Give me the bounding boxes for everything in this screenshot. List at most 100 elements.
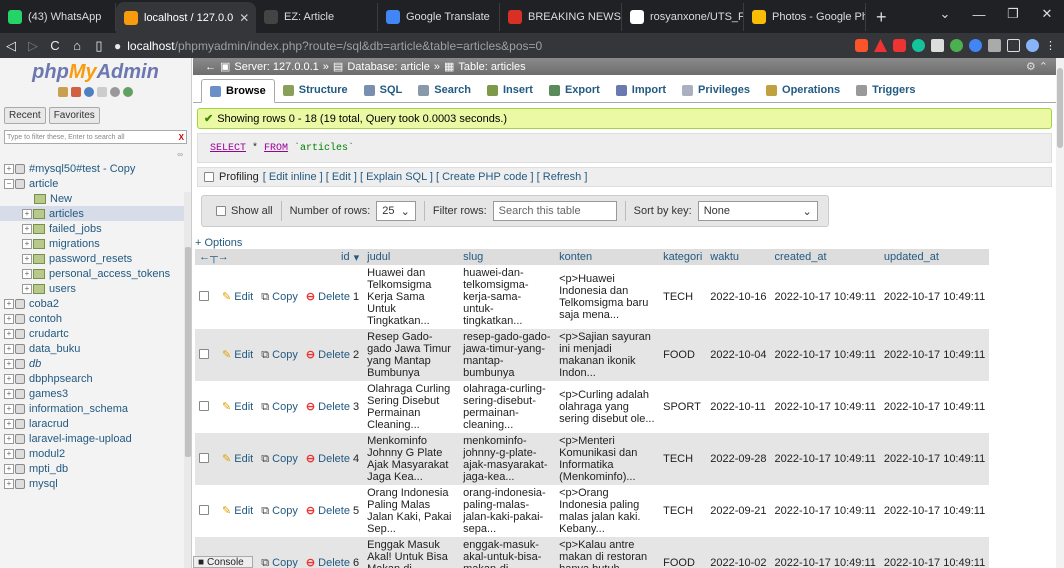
row-checkbox[interactable]	[199, 452, 209, 463]
back-icon[interactable]: ◁	[0, 38, 22, 54]
tab-privileges[interactable]: Privileges	[674, 78, 758, 102]
puzzle-icon[interactable]	[988, 39, 1001, 52]
collapse-icon[interactable]: −	[4, 178, 14, 189]
clear-filter-icon[interactable]: X	[179, 133, 184, 142]
expand-icon[interactable]: +	[22, 223, 32, 234]
database-filter-input[interactable]: Type to filter these, Enter to search al…	[4, 130, 187, 144]
cell-id[interactable]: 4	[353, 453, 359, 465]
cell-id[interactable]: 3	[353, 401, 359, 413]
minimize-button[interactable]: —	[962, 7, 996, 22]
show-all-checkbox[interactable]	[216, 206, 226, 216]
tab-export[interactable]: Export	[541, 78, 608, 102]
delete-link[interactable]: ⊖ Delete	[306, 349, 350, 361]
extension-icon[interactable]	[931, 39, 944, 52]
cell-waktu[interactable]: 2022-09-28	[706, 433, 771, 485]
sidebar-database-item[interactable]: + mpti_db	[0, 461, 191, 476]
expand-icon[interactable]: +	[4, 478, 14, 489]
sidebar-table-item[interactable]: + articles	[0, 206, 191, 221]
breadcrumb-database[interactable]: Database: article	[347, 61, 430, 73]
cell-judul[interactable]: Orang Indonesia Paling Malas Jalan Kaki,…	[363, 485, 460, 537]
home-icon[interactable]	[58, 87, 68, 97]
expand-icon[interactable]: +	[22, 283, 32, 294]
cell-updated_at[interactable]: 2022-10-17 10:49:11	[879, 329, 990, 381]
sidebar-database-item[interactable]: + data_buku	[0, 341, 191, 356]
reload-icon[interactable]: C	[44, 38, 66, 53]
copy-link[interactable]: ⧉ Copy	[261, 291, 298, 303]
expand-icon[interactable]: +	[4, 448, 14, 459]
tab-insert[interactable]: Insert	[479, 78, 541, 102]
tab-sql[interactable]: SQL	[356, 78, 411, 102]
expand-icon[interactable]: +	[22, 268, 32, 279]
expand-icon[interactable]: +	[22, 238, 32, 249]
cell-slug[interactable]: huawei-dan-telkomsigma-kerja-sama-untuk-…	[459, 265, 556, 329]
column-header-waktu[interactable]: waktu	[706, 249, 771, 265]
cell-waktu[interactable]: 2022-10-11	[706, 381, 771, 433]
cell-created_at[interactable]: 2022-10-17 10:49:11	[770, 329, 880, 381]
close-window-button[interactable]: ✕	[1030, 6, 1064, 22]
sidebar-table-item[interactable]: + migrations	[0, 236, 191, 251]
expand-icon[interactable]: +	[4, 328, 14, 339]
forward-icon[interactable]: ▷	[22, 38, 44, 54]
warning-icon[interactable]	[874, 39, 887, 52]
sidebar-new-item[interactable]: New	[0, 191, 191, 206]
cell-slug[interactable]: orang-indonesia-paling-malas-jalan-kaki-…	[459, 485, 556, 537]
breadcrumb-table[interactable]: Table: articles	[458, 61, 525, 73]
cell-slug[interactable]: olahraga-curling-sering-disebut-permaina…	[459, 381, 556, 433]
browser-tab[interactable]: rosyanxone/UTS_Fram	[622, 3, 744, 31]
maximize-button[interactable]: ❐	[996, 6, 1030, 22]
sql-query-box[interactable]: SELECT * FROM `articles`	[197, 133, 1052, 163]
cell-kategori[interactable]: TECH	[659, 265, 707, 329]
sidebar-database-item[interactable]: + db	[0, 356, 191, 371]
cell-slug[interactable]: menkominfo-johnny-g-plate-ajak-masyaraka…	[459, 433, 556, 485]
new-tab-button[interactable]: +	[866, 7, 897, 28]
cell-konten[interactable]: <p>Huawei Indonesia dan Telkomsigma baru…	[555, 265, 660, 329]
copy-link[interactable]: ⧉ Copy	[261, 401, 298, 413]
tab-search-icon[interactable]: ⌄	[928, 6, 962, 22]
sidebar-database-item[interactable]: + games3	[0, 386, 191, 401]
browser-tab[interactable]: EZ: Article	[256, 3, 378, 31]
cell-updated_at[interactable]: 2022-10-17 10:49:11	[879, 537, 990, 568]
column-header-judul[interactable]: judul	[363, 249, 460, 265]
cell-created_at[interactable]: 2022-10-17 10:49:11	[770, 485, 880, 537]
cell-slug[interactable]: resep-gado-gado-jawa-timur-yang-mantap-b…	[459, 329, 556, 381]
delete-link[interactable]: ⊖ Delete	[306, 557, 350, 568]
expand-icon[interactable]: +	[4, 463, 14, 474]
browser-tab[interactable]: (43) WhatsApp	[0, 3, 116, 31]
cell-updated_at[interactable]: 2022-10-17 10:49:11	[879, 381, 990, 433]
breadcrumb-server[interactable]: Server: 127.0.0.1	[234, 61, 318, 73]
home-icon[interactable]: ⌂	[66, 38, 88, 53]
sidebar-database-item[interactable]: + coba2	[0, 296, 191, 311]
tab-browse[interactable]: Browse	[201, 79, 275, 103]
cell-created_at[interactable]: 2022-10-17 10:49:11	[770, 265, 880, 329]
expand-icon[interactable]: +	[4, 403, 14, 414]
tab-import[interactable]: Import	[608, 78, 674, 102]
edit-link[interactable]: ✎ Edit	[222, 291, 253, 303]
console-toggle[interactable]: ■ Console	[193, 556, 253, 568]
expand-icon[interactable]: +	[4, 358, 14, 369]
url-field[interactable]: ● localhost /phpmyadmin/index.php?route=…	[114, 36, 855, 56]
sidebar-database-item[interactable]: + #mysql50#test - Copy	[0, 161, 191, 176]
cell-id[interactable]: 2	[353, 349, 359, 361]
collapse-link-icon[interactable]: ∞	[0, 150, 191, 159]
delete-link[interactable]: ⊖ Delete	[306, 453, 350, 465]
column-header-kategori[interactable]: kategori	[659, 249, 707, 265]
reload-nav-icon[interactable]	[123, 87, 133, 97]
favorites-tab[interactable]: Favorites	[48, 107, 100, 124]
cell-judul[interactable]: Olahraga Curling Sering Disebut Permaina…	[363, 381, 460, 433]
column-header-slug[interactable]: slug	[459, 249, 556, 265]
sidepanel-icon[interactable]	[1007, 39, 1020, 52]
phpmyadmin-logo[interactable]: phpMyAdmin	[0, 61, 191, 84]
menu-icon[interactable]: ⋮	[1045, 39, 1056, 52]
copy-link[interactable]: ⧉ Copy	[261, 349, 298, 361]
delete-link[interactable]: ⊖ Delete	[306, 505, 350, 517]
cell-updated_at[interactable]: 2022-10-17 10:49:11	[879, 265, 990, 329]
copy-link[interactable]: ⧉ Copy	[261, 453, 298, 465]
column-header-id[interactable]: id	[341, 251, 350, 263]
row-checkbox[interactable]	[199, 348, 209, 359]
profile-icon[interactable]	[1026, 39, 1039, 52]
cell-konten[interactable]: <p>Orang Indonesia paling malas jalan ka…	[555, 485, 660, 537]
sidebar-database-item[interactable]: + information_schema	[0, 401, 191, 416]
cell-konten[interactable]: <p>Sajian sayuran ini menjadi makanan ik…	[555, 329, 660, 381]
copy-link[interactable]: ⧉ Copy	[261, 557, 298, 568]
browser-tab[interactable]: localhost / 127.0.0 ✕	[116, 2, 256, 33]
